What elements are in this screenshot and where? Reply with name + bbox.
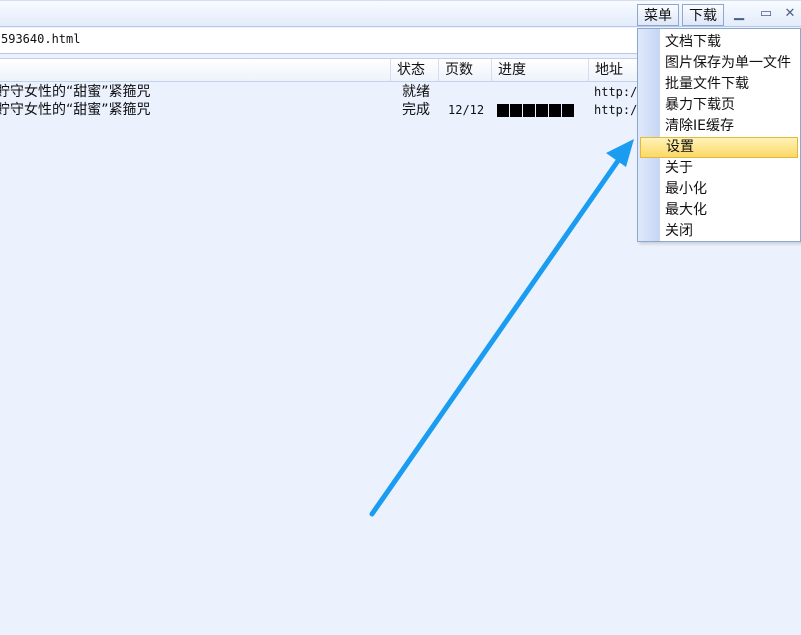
row-title: 貯守女性的“甜蜜”紧箍咒 [0, 84, 151, 100]
menu-item[interactable]: 最大化 [640, 200, 798, 221]
progress-segment [549, 104, 561, 117]
row-address: http:/ [594, 85, 637, 99]
progress-segment [536, 104, 548, 117]
column-header-status[interactable]: 状态 [390, 59, 438, 81]
row-pages [448, 83, 492, 101]
row-status: 就绪 [402, 84, 430, 100]
menu-item[interactable]: 文档下载 [640, 32, 798, 53]
dropdown-menu: 文档下载 图片保存为单一文件 批量文件下载 暴力下载页 清除IE缓存 设置 关于 最小化 最大化… [637, 28, 801, 242]
progress-bar [497, 104, 574, 117]
url-value: 593640.html [1, 32, 81, 46]
title-bar: 菜单 下载 ▁ ▭ ✕ [0, 0, 801, 27]
download-button[interactable]: 下载 [682, 4, 724, 26]
menu-item[interactable]: 批量文件下载 [640, 74, 798, 95]
minimize-icon[interactable]: ▁ [730, 5, 748, 23]
column-header-name[interactable] [0, 59, 390, 81]
menu-button[interactable]: 菜单 [637, 4, 679, 26]
close-icon[interactable]: ✕ [781, 5, 799, 23]
menu-item[interactable]: 图片保存为单一文件 [640, 53, 798, 74]
progress-segment [523, 104, 535, 117]
progress-segment [510, 104, 522, 117]
row-status: 完成 [402, 102, 430, 118]
row-title: 貯守女性的“甜蜜”紧箍咒 [0, 102, 151, 118]
row-pages: 12/12 [448, 103, 485, 117]
menu-item[interactable]: 关于 [640, 158, 798, 179]
menu-item[interactable]: 清除IE缓存 [640, 116, 798, 137]
column-header-progress[interactable]: 进度 [491, 59, 588, 81]
progress-segment [497, 104, 509, 117]
menu-item[interactable]: 设置 [640, 137, 798, 158]
menu-item[interactable]: 最小化 [640, 179, 798, 200]
progress-segment [562, 104, 574, 117]
column-header-pages[interactable]: 页数 [438, 59, 491, 81]
menu-item[interactable]: 暴力下载页 [640, 95, 798, 116]
menu-item[interactable]: 关闭 [640, 221, 798, 242]
row-address: http:/ [594, 103, 637, 117]
maximize-icon[interactable]: ▭ [757, 5, 775, 23]
